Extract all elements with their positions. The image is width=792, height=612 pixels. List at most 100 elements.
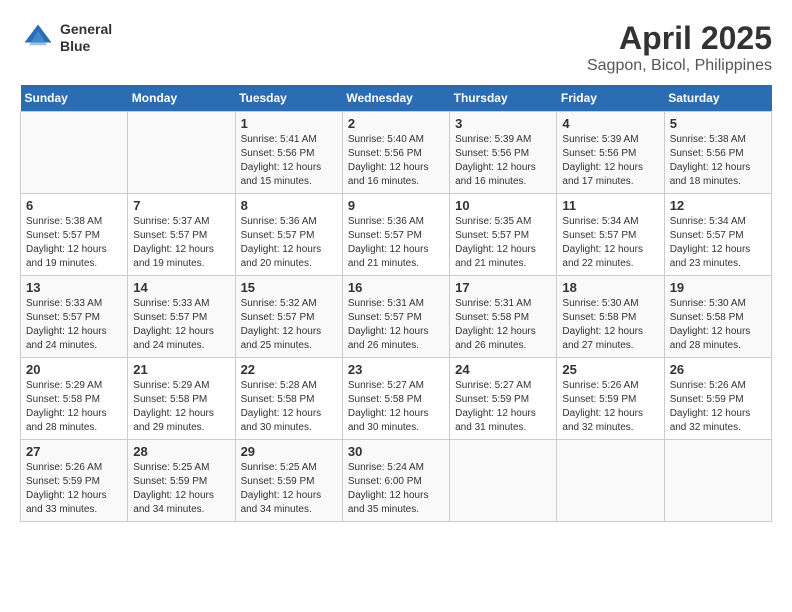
day-info: Sunrise: 5:36 AMSunset: 5:57 PMDaylight:…	[348, 215, 444, 271]
day-info: Sunrise: 5:26 AMSunset: 5:59 PMDaylight:…	[670, 379, 766, 435]
day-number: 5	[670, 116, 766, 131]
calendar-cell: 3 Sunrise: 5:39 AMSunset: 5:56 PMDaylight…	[450, 112, 557, 194]
day-number: 9	[348, 198, 444, 213]
calendar-cell: 24 Sunrise: 5:27 AMSunset: 5:59 PMDayligh…	[450, 358, 557, 440]
day-number: 13	[26, 280, 122, 295]
day-info: Sunrise: 5:34 AMSunset: 5:57 PMDaylight:…	[670, 215, 766, 271]
calendar-cell: 4Sunrise: 5:39 AMSunset: 5:56 PMDaylight…	[557, 112, 664, 194]
calendar-table: SundayMondayTuesdayWednesdayThursdayFrid…	[20, 85, 772, 522]
day-number: 6	[26, 198, 122, 213]
day-number: 16	[348, 280, 444, 295]
logo-text: General Blue	[60, 21, 112, 55]
calendar-cell: 26 Sunrise: 5:26 AMSunset: 5:59 PMDayligh…	[664, 358, 771, 440]
calendar-cell: 12 Sunrise: 5:34 AMSunset: 5:57 PMDayligh…	[664, 194, 771, 276]
weekday-header: Thursday	[450, 85, 557, 112]
day-number: 10	[455, 198, 551, 213]
day-info: Sunrise: 5:28 AMSunset: 5:58 PMDaylight:…	[241, 379, 337, 435]
calendar-cell: 18 Sunrise: 5:30 AMSunset: 5:58 PMDayligh…	[557, 276, 664, 358]
day-info: Sunrise: 5:34 AMSunset: 5:57 PMDaylight:…	[562, 215, 658, 271]
calendar-cell: 7Sunrise: 5:37 AMSunset: 5:57 PMDaylight…	[128, 194, 235, 276]
day-info: Sunrise: 5:32 AMSunset: 5:57 PMDaylight:…	[241, 297, 337, 353]
calendar-cell: 25 Sunrise: 5:26 AMSunset: 5:59 PMDayligh…	[557, 358, 664, 440]
calendar-title: April 2025	[587, 20, 772, 57]
calendar-cell	[128, 112, 235, 194]
day-number: 1	[241, 116, 337, 131]
calendar-cell: 13Sunrise: 5:33 AMSunset: 5:57 PMDayligh…	[21, 276, 128, 358]
calendar-cell: 28Sunrise: 5:25 AMSunset: 5:59 PMDayligh…	[128, 440, 235, 522]
day-info: Sunrise: 5:40 AMSunset: 5:56 PMDaylight:…	[348, 133, 444, 189]
calendar-cell: 10 Sunrise: 5:35 AMSunset: 5:57 PMDayligh…	[450, 194, 557, 276]
day-number: 4	[562, 116, 658, 131]
weekday-header-row: SundayMondayTuesdayWednesdayThursdayFrid…	[21, 85, 772, 112]
calendar-cell: 21Sunrise: 5:29 AMSunset: 5:58 PMDayligh…	[128, 358, 235, 440]
calendar-cell: 8Sunrise: 5:36 AMSunset: 5:57 PMDaylight…	[235, 194, 342, 276]
calendar-cell: 6 Sunrise: 5:38 AMSunset: 5:57 PMDaylight…	[21, 194, 128, 276]
day-number: 3	[455, 116, 551, 131]
day-number: 18	[562, 280, 658, 295]
calendar-cell: 16 Sunrise: 5:31 AMSunset: 5:57 PMDayligh…	[342, 276, 449, 358]
calendar-cell: 29 Sunrise: 5:25 AMSunset: 5:59 PMDayligh…	[235, 440, 342, 522]
day-info: Sunrise: 5:38 AMSunset: 5:57 PMDaylight:…	[26, 215, 122, 271]
calendar-cell: 14 Sunrise: 5:33 AMSunset: 5:57 PMDayligh…	[128, 276, 235, 358]
day-number: 2	[348, 116, 444, 131]
calendar-cell: 9 Sunrise: 5:36 AMSunset: 5:57 PMDaylight…	[342, 194, 449, 276]
day-info: Sunrise: 5:26 AMSunset: 5:59 PMDaylight:…	[562, 379, 658, 435]
weekday-header: Tuesday	[235, 85, 342, 112]
calendar-cell	[557, 440, 664, 522]
weekday-header: Friday	[557, 85, 664, 112]
calendar-cell: 15 Sunrise: 5:32 AMSunset: 5:57 PMDayligh…	[235, 276, 342, 358]
calendar-subtitle: Sagpon, Bicol, Philippines	[587, 57, 772, 75]
day-info: Sunrise: 5:26 AMSunset: 5:59 PMDaylight:…	[26, 461, 122, 517]
calendar-cell: 20 Sunrise: 5:29 AMSunset: 5:58 PMDayligh…	[21, 358, 128, 440]
day-info: Sunrise: 5:29 AMSunset: 5:58 PMDaylight:…	[26, 379, 122, 435]
day-info: Sunrise: 5:39 AMSunset: 5:56 PMDaylight:…	[455, 133, 551, 189]
day-number: 12	[670, 198, 766, 213]
logo: General Blue	[20, 20, 112, 56]
day-number: 23	[348, 362, 444, 377]
day-info: Sunrise: 5:38 AMSunset: 5:56 PMDaylight:…	[670, 133, 766, 189]
day-number: 30	[348, 444, 444, 459]
calendar-cell: 23Sunrise: 5:27 AMSunset: 5:58 PMDayligh…	[342, 358, 449, 440]
calendar-week-row: 27 Sunrise: 5:26 AMSunset: 5:59 PMDayligh…	[21, 440, 772, 522]
logo-line1: General	[60, 21, 112, 38]
calendar-cell: 30 Sunrise: 5:24 AMSunset: 6:00 PMDayligh…	[342, 440, 449, 522]
logo-icon	[20, 20, 56, 56]
day-number: 29	[241, 444, 337, 459]
day-number: 26	[670, 362, 766, 377]
day-number: 14	[133, 280, 229, 295]
day-number: 11	[562, 198, 658, 213]
title-block: April 2025 Sagpon, Bicol, Philippines	[587, 20, 772, 75]
day-number: 22	[241, 362, 337, 377]
calendar-cell: 27 Sunrise: 5:26 AMSunset: 5:59 PMDayligh…	[21, 440, 128, 522]
weekday-header: Sunday	[21, 85, 128, 112]
calendar-cell: 1 Sunrise: 5:41 AMSunset: 5:56 PMDaylight…	[235, 112, 342, 194]
day-info: Sunrise: 5:27 AMSunset: 5:59 PMDaylight:…	[455, 379, 551, 435]
day-info: Sunrise: 5:30 AMSunset: 5:58 PMDaylight:…	[670, 297, 766, 353]
calendar-cell: 5 Sunrise: 5:38 AMSunset: 5:56 PMDaylight…	[664, 112, 771, 194]
logo-line2: Blue	[60, 38, 112, 55]
day-info: Sunrise: 5:33 AMSunset: 5:57 PMDaylight:…	[133, 297, 229, 353]
day-number: 15	[241, 280, 337, 295]
day-info: Sunrise: 5:31 AMSunset: 5:57 PMDaylight:…	[348, 297, 444, 353]
day-info: Sunrise: 5:35 AMSunset: 5:57 PMDaylight:…	[455, 215, 551, 271]
day-info: Sunrise: 5:24 AMSunset: 6:00 PMDaylight:…	[348, 461, 444, 517]
weekday-header: Saturday	[664, 85, 771, 112]
day-number: 20	[26, 362, 122, 377]
weekday-header: Monday	[128, 85, 235, 112]
calendar-cell	[664, 440, 771, 522]
calendar-week-row: 6 Sunrise: 5:38 AMSunset: 5:57 PMDaylight…	[21, 194, 772, 276]
day-info: Sunrise: 5:29 AMSunset: 5:58 PMDaylight:…	[133, 379, 229, 435]
calendar-cell: 11 Sunrise: 5:34 AMSunset: 5:57 PMDayligh…	[557, 194, 664, 276]
day-number: 17	[455, 280, 551, 295]
day-info: Sunrise: 5:41 AMSunset: 5:56 PMDaylight:…	[241, 133, 337, 189]
day-number: 24	[455, 362, 551, 377]
day-number: 27	[26, 444, 122, 459]
day-info: Sunrise: 5:30 AMSunset: 5:58 PMDaylight:…	[562, 297, 658, 353]
day-info: Sunrise: 5:25 AMSunset: 5:59 PMDaylight:…	[241, 461, 337, 517]
calendar-cell: 19Sunrise: 5:30 AMSunset: 5:58 PMDayligh…	[664, 276, 771, 358]
calendar-week-row: 20 Sunrise: 5:29 AMSunset: 5:58 PMDayligh…	[21, 358, 772, 440]
day-number: 25	[562, 362, 658, 377]
calendar-cell	[450, 440, 557, 522]
calendar-cell: 2 Sunrise: 5:40 AMSunset: 5:56 PMDaylight…	[342, 112, 449, 194]
day-number: 8	[241, 198, 337, 213]
